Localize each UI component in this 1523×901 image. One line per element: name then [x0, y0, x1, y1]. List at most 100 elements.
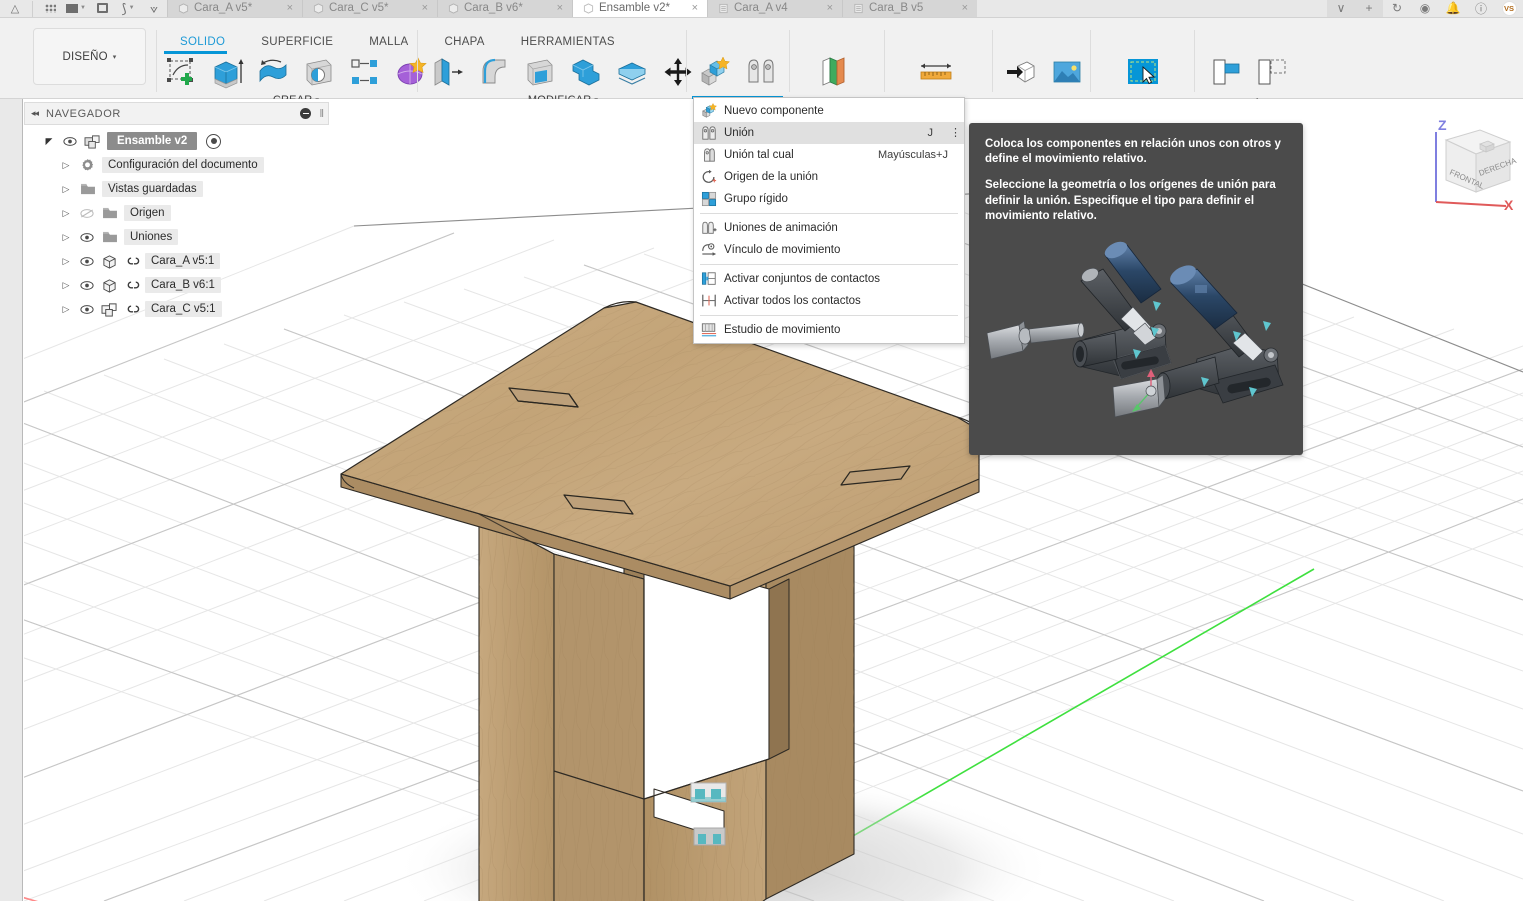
visibility-eye-icon[interactable] — [78, 232, 95, 243]
joint-icon[interactable] — [738, 53, 784, 91]
animate-joints-icon — [701, 220, 717, 236]
position-icon[interactable] — [1203, 53, 1249, 91]
tab-label: MALLA — [369, 36, 408, 48]
visibility-eye-icon[interactable] — [61, 136, 78, 147]
tree-item-ensamble[interactable]: ◤ Ensamble v2 — [24, 129, 329, 153]
expand-arrow-icon[interactable]: ▷ — [59, 256, 73, 267]
tree-item-configuracion[interactable]: ▷ Configuración del documento — [24, 153, 329, 177]
fillet-icon[interactable] — [471, 53, 517, 91]
measure-icon[interactable] — [913, 53, 959, 91]
ribbon-tab-herramientas[interactable]: HERRAMIENTAS — [503, 36, 633, 51]
press-pull-icon[interactable] — [425, 53, 471, 91]
updates-icon[interactable]: ◉ — [1411, 0, 1439, 17]
extrude-icon[interactable] — [204, 53, 250, 91]
divider — [156, 30, 157, 92]
tree-item-origen[interactable]: ▷ Origen — [24, 201, 329, 225]
enable-contact-sets-icon — [701, 271, 717, 287]
close-icon[interactable]: × — [422, 2, 428, 14]
menu-item-activar-conjuntos-de-contactos[interactable]: Activar conjuntos de contactos — [694, 268, 964, 290]
undo-icon[interactable]: ⟆▼ — [115, 0, 141, 17]
panel-posicion — [1203, 53, 1295, 91]
expand-arrow-icon[interactable]: ▷ — [59, 160, 73, 171]
visibility-eye-icon[interactable] — [78, 256, 95, 267]
shell-icon[interactable] — [517, 53, 563, 91]
split-face-icon[interactable] — [609, 53, 655, 91]
revolve-icon[interactable] — [250, 53, 296, 91]
expand-arrow-icon[interactable]: ▷ — [59, 232, 73, 243]
ribbon-tab-malla[interactable]: MALLA — [351, 36, 426, 51]
link-icon — [124, 255, 140, 267]
expand-arrow-icon[interactable]: ▷ — [59, 280, 73, 291]
menu-item-vinculo-de-movimiento[interactable]: Vínculo de movimiento — [694, 239, 964, 261]
job-status-icon[interactable]: ↻ — [1383, 0, 1411, 17]
app-grid-icon[interactable] — [37, 0, 63, 17]
tree-item-cara-a[interactable]: ▷ Cara_A v5:1 — [24, 249, 329, 273]
document-tab-active[interactable]: Ensamble v2* × — [572, 0, 707, 17]
collapse-all-icon[interactable] — [300, 108, 311, 119]
menu-separator — [700, 213, 958, 214]
help-icon[interactable]: ⓘ — [1467, 0, 1495, 17]
menu-item-uniones-de-animacion[interactable]: Uniones de animación — [694, 217, 964, 239]
menu-item-union-tal-cual[interactable]: Unión tal cual Mayúsculas+J — [694, 144, 964, 166]
save-icon[interactable] — [89, 0, 115, 17]
new-component-icon[interactable] — [692, 53, 738, 91]
visibility-eye-icon[interactable] — [78, 280, 95, 291]
resize-grip[interactable]: ‖ — [319, 108, 322, 120]
menu-item-origen-de-la-union[interactable]: Origen de la unión — [694, 166, 964, 188]
menu-item-overflow-icon[interactable]: ⋮ — [950, 129, 958, 138]
document-tab[interactable]: Cara_C v5* × — [302, 0, 437, 17]
tree-item-uniones[interactable]: ▷ Uniones — [24, 225, 329, 249]
new-tab-icon[interactable]: + — [1355, 0, 1383, 17]
menu-item-grupo-rigido[interactable]: Grupo rígido — [694, 188, 964, 210]
menu-item-activar-todos-los-contactos[interactable]: Activar todos los contactos — [694, 290, 964, 312]
create-sketch-icon[interactable] — [158, 53, 204, 91]
menu-item-label: Uniones de animación — [724, 222, 941, 234]
component-icon — [448, 3, 459, 14]
avatar[interactable]: VS — [1495, 0, 1523, 17]
axis-x-label: X — [1504, 197, 1514, 213]
insert-derive-icon[interactable] — [998, 53, 1044, 91]
document-tab[interactable]: Cara_B v6* × — [437, 0, 572, 17]
activate-target-icon[interactable] — [206, 134, 221, 149]
expand-arrow-icon[interactable]: ◤ — [42, 136, 56, 147]
tree-item-vistas-guardadas[interactable]: ▷ Vistas guardadas — [24, 177, 329, 201]
close-icon[interactable]: × — [692, 2, 698, 14]
select-window-icon[interactable] — [1120, 53, 1166, 91]
capture-position-icon[interactable] — [1249, 53, 1295, 91]
visibility-eye-icon[interactable] — [78, 304, 95, 315]
close-icon[interactable]: × — [962, 2, 968, 14]
ribbon-tab-chapa[interactable]: CHAPA — [427, 36, 503, 51]
visibility-eye-hidden-icon[interactable] — [78, 208, 95, 219]
close-icon[interactable]: × — [287, 2, 293, 14]
close-icon[interactable]: × — [827, 2, 833, 14]
menu-item-estudio-de-movimiento[interactable]: Estudio de movimiento — [694, 319, 964, 341]
combine-icon[interactable] — [563, 53, 609, 91]
tab-label: Cara_B v5 — [869, 2, 923, 14]
menu-item-union[interactable]: Unión J ⋮ — [694, 122, 964, 144]
construct-plane-icon[interactable] — [812, 53, 858, 91]
collapse-icon[interactable]: ◂◂ — [31, 108, 38, 119]
document-tab[interactable]: Cara_A v4 × — [707, 0, 842, 17]
document-tab[interactable]: Cara_B v5 × — [842, 0, 977, 17]
redo-icon[interactable]: ⟇ — [141, 0, 167, 17]
document-tab[interactable]: Cara_A v5* × — [167, 0, 302, 17]
ribbon-tab-superficie[interactable]: SUPERFICIE — [243, 36, 351, 51]
expand-arrow-icon[interactable]: ▷ — [59, 304, 73, 315]
pattern-icon[interactable] — [342, 53, 388, 91]
expand-arrow-icon[interactable]: ▷ — [59, 184, 73, 195]
close-icon[interactable]: × — [557, 2, 563, 14]
tree-item-cara-c[interactable]: ▷ Cara_C v5:1 — [24, 297, 329, 321]
tooltip-paragraph: Seleccione la geometría o los orígenes d… — [985, 178, 1287, 224]
menu-item-nuevo-componente[interactable]: Nuevo componente — [694, 100, 964, 122]
expand-arrow-icon[interactable]: ▷ — [59, 208, 73, 219]
tree-item-cara-b[interactable]: ▷ Cara_B v6:1 — [24, 273, 329, 297]
notifications-bell-icon[interactable]: 🔔 — [1439, 0, 1467, 17]
hole-icon[interactable] — [296, 53, 342, 91]
chevron-up-icon[interactable]: △ — [2, 0, 28, 17]
ribbon-tab-solido[interactable]: SOLIDO — [162, 36, 243, 51]
view-cube[interactable]: Z X FRONTAL DERECHA — [1418, 114, 1518, 214]
workspace-switcher[interactable]: DISEÑO ▾ — [33, 28, 146, 85]
insert-image-icon[interactable] — [1044, 53, 1090, 91]
file-icon[interactable]: ▼ — [63, 0, 89, 17]
tab-overflow-icon[interactable]: ∨ — [1327, 0, 1355, 17]
